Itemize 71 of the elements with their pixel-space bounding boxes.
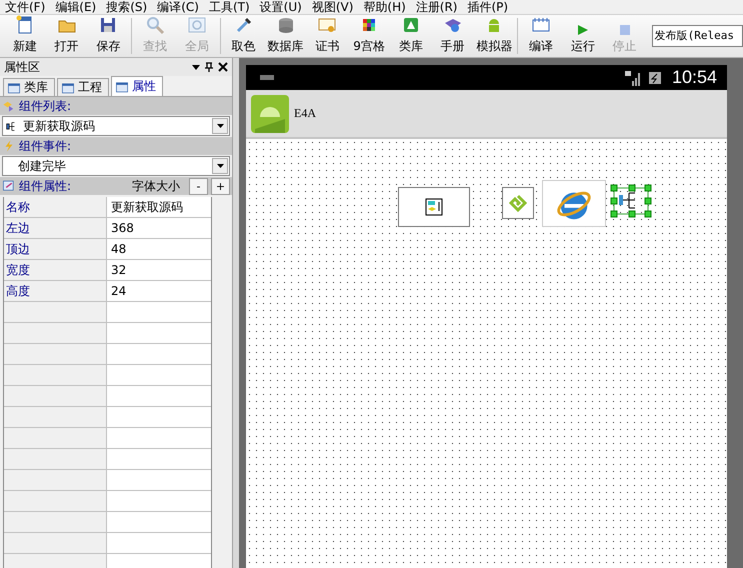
stop-icon [620, 25, 630, 35]
clock-time: 10:54 [672, 67, 717, 88]
flowchart-icon [424, 197, 444, 217]
dropdown-icon[interactable] [192, 64, 200, 70]
play-icon [578, 25, 588, 35]
property-value[interactable]: 24 [107, 281, 211, 301]
dropdown-button[interactable] [212, 158, 228, 174]
toolbar-button[interactable]: 运行 [562, 15, 604, 57]
magnifier-window-icon [186, 15, 207, 35]
property-value[interactable]: 更新获取源码 [107, 197, 211, 217]
window-icon [7, 80, 21, 94]
panel-tab[interactable]: 工程 [57, 78, 109, 96]
property-value[interactable]: 48 [107, 239, 211, 259]
selected-tree-component[interactable] [610, 184, 652, 218]
panel-title: 属性区 [4, 58, 41, 76]
section-label: 组件列表: [19, 98, 72, 114]
menu-item[interactable]: 设置(U) [254, 0, 307, 14]
window-icon [115, 80, 129, 94]
toolbar-button[interactable]: 取色 [222, 15, 265, 57]
menu-item[interactable]: 文件(F) [0, 0, 50, 14]
font-size-label: 字体大小 [132, 178, 180, 194]
increase-button[interactable]: + [211, 178, 230, 194]
section-label: 组件事件: [19, 138, 72, 154]
build-mode-select[interactable]: 发布版(Releas [652, 25, 743, 47]
menu-item[interactable]: 插件(P) [462, 0, 514, 14]
menu-item[interactable]: 注册(R) [410, 0, 462, 14]
toolbar-button[interactable]: 9宫格 [348, 15, 390, 57]
toolbar-button[interactable]: 编译 [520, 15, 562, 57]
component-select[interactable]: 更新获取源码 [2, 116, 230, 136]
caret-icon [216, 164, 224, 168]
property-name: 高度 [4, 281, 107, 301]
property-name: 左边 [4, 218, 107, 238]
event-select[interactable]: 创建完毕 [2, 156, 230, 176]
app-title: E4A [294, 106, 316, 121]
toolbar-button[interactable]: 数据库 [264, 15, 306, 57]
battery-icon [648, 70, 662, 84]
section-label: 组件属性: [19, 178, 72, 194]
toolbar-button[interactable]: 模拟器 [474, 15, 516, 57]
property-name: 宽度 [4, 260, 107, 280]
menu-item[interactable]: 帮助(H) [358, 0, 411, 14]
toolbar-button[interactable]: 证书 [306, 15, 348, 57]
menu-item[interactable]: 编译(C) [152, 0, 204, 14]
property-value[interactable]: 32 [107, 260, 211, 280]
property-name: 名称 [4, 197, 107, 217]
decrease-button[interactable]: - [189, 178, 208, 194]
window-icon [61, 80, 75, 94]
dropdown-button[interactable] [212, 118, 228, 134]
pin-icon[interactable] [204, 62, 214, 72]
panel-tab[interactable]: 属性 [111, 76, 163, 96]
toolbar-button[interactable]: 类库 [390, 15, 432, 57]
menu-item[interactable]: 编辑(E) [50, 0, 102, 14]
property-name: 顶边 [4, 239, 107, 259]
toolbar-button[interactable]: 打开 [46, 15, 88, 57]
components-icon [2, 99, 16, 113]
close-icon[interactable] [218, 62, 228, 72]
diamond-logo-icon [508, 193, 528, 213]
signal-icon [624, 70, 642, 86]
menu-item[interactable]: 视图(V) [306, 0, 358, 14]
component-block[interactable] [398, 187, 470, 227]
toolbar-button[interactable]: 手册 [432, 15, 474, 57]
menu-item[interactable]: 工具(T) [204, 0, 255, 14]
caret-icon [216, 124, 224, 128]
property-value[interactable]: 368 [107, 218, 211, 238]
keyboard-icon [260, 75, 274, 80]
menu-item[interactable]: 搜索(S) [101, 0, 152, 14]
toolbar-button[interactable]: 新建 [4, 15, 46, 57]
panel-tab[interactable]: 类库 [3, 78, 55, 96]
properties-icon [2, 179, 16, 193]
search-icon [145, 15, 166, 35]
android-app-icon [251, 94, 289, 132]
toolbar-button[interactable]: 保存 [88, 15, 130, 57]
